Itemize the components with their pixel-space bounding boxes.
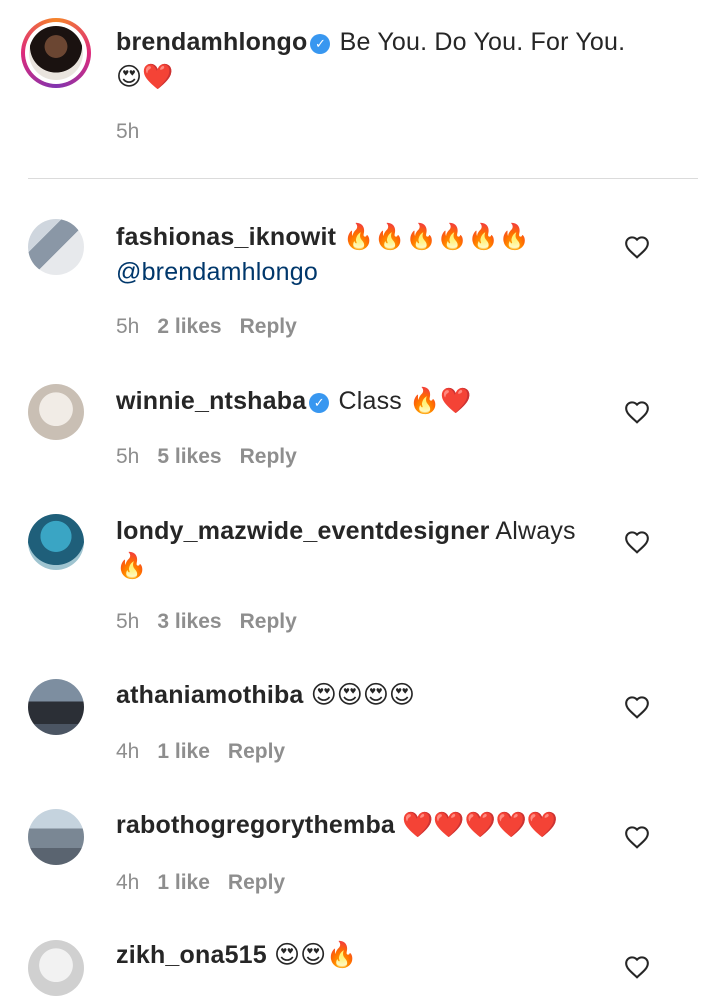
comment-emoji: 🔥 <box>116 552 148 580</box>
mention-link[interactable]: @brendamhlongo <box>116 258 318 286</box>
verified-badge-icon: ✓ <box>309 393 330 413</box>
comment-text-block: fashionas_iknowit 🔥🔥🔥🔥🔥🔥 @brendamhlongo <box>116 220 596 290</box>
comment-username[interactable]: rabothogregorythemba <box>116 811 395 839</box>
heart-outline-icon[interactable] <box>624 695 650 719</box>
reply-button[interactable]: Reply <box>240 445 297 468</box>
comment-likes[interactable]: 3 likes <box>157 610 221 633</box>
caption-text-block: brendamhlongo ✓ Be You. Do You. For You. … <box>116 25 676 95</box>
reply-button[interactable]: Reply <box>228 740 285 763</box>
comment-username[interactable]: fashionas_iknowit <box>116 223 336 251</box>
reply-button[interactable]: Reply <box>240 610 297 633</box>
comment-avatar[interactable] <box>28 514 84 570</box>
comment-meta: 5h 2 likes Reply <box>116 314 315 340</box>
comment-likes[interactable]: 5 likes <box>157 445 221 468</box>
comment-time: 5h <box>116 610 140 633</box>
comment-text-block: londy_mazwide_eventdesigner Always 🔥 <box>116 514 606 584</box>
heart-outline-icon[interactable] <box>624 955 650 979</box>
caption-time: 5h <box>116 120 140 143</box>
comment-emoji: 😍😍😍😍 <box>310 681 415 709</box>
caption-text: Be You. Do You. For You. <box>339 28 626 56</box>
comment-meta: 5h 5 likes Reply <box>116 444 315 470</box>
comment-emoji: ❤️❤️❤️❤️❤️ <box>402 811 558 839</box>
heart-outline-icon[interactable] <box>624 530 650 554</box>
comment-meta: 5h 3 likes Reply <box>116 609 315 635</box>
verified-badge-icon: ✓ <box>310 34 331 54</box>
comment-text-block: zikh_ona515 😍😍🔥 <box>116 938 596 973</box>
heart-outline-icon[interactable] <box>624 825 650 849</box>
comment-likes[interactable]: 1 like <box>157 871 210 894</box>
comment-username[interactable]: athaniamothiba <box>116 681 304 709</box>
divider <box>28 178 698 179</box>
caption: brendamhlongo ✓ Be You. Do You. For You. … <box>0 0 720 180</box>
comment-username[interactable]: londy_mazwide_eventdesigner <box>116 517 490 545</box>
comment-meta: 4h 1 like Reply <box>116 739 303 765</box>
comment-time: 5h <box>116 315 140 338</box>
comment-emoji: 🔥🔥🔥🔥🔥🔥 <box>343 223 531 251</box>
caption-username[interactable]: brendamhlongo <box>116 28 307 56</box>
caption-avatar[interactable] <box>21 18 91 88</box>
heart-outline-icon[interactable] <box>624 400 650 424</box>
comment-avatar[interactable] <box>28 809 84 865</box>
reply-button[interactable]: Reply <box>240 315 297 338</box>
caption-emoji: 😍❤️ <box>116 63 174 91</box>
comment-text-block: winnie_ntshaba ✓ Class 🔥❤️ <box>116 384 596 419</box>
comment-text-block: rabothogregorythemba ❤️❤️❤️❤️❤️ <box>116 808 596 843</box>
comment-username[interactable]: zikh_ona515 <box>116 941 267 969</box>
comment-avatar[interactable] <box>28 679 84 735</box>
comment-time: 5h <box>116 445 140 468</box>
comment-likes[interactable]: 1 like <box>157 740 210 763</box>
reply-button[interactable]: Reply <box>228 871 285 894</box>
comment-likes[interactable]: 2 likes <box>157 315 221 338</box>
caption-meta: 5h <box>116 119 157 145</box>
comment-meta: 4h 1 like Reply <box>116 870 303 896</box>
comment-text: Always <box>495 517 576 545</box>
heart-outline-icon[interactable] <box>624 235 650 259</box>
comment-avatar[interactable] <box>28 384 84 440</box>
comment-emoji: 😍😍🔥 <box>274 941 358 969</box>
comment-username[interactable]: winnie_ntshaba <box>116 387 306 415</box>
comment-avatar[interactable] <box>28 219 84 275</box>
comment-text-block: athaniamothiba 😍😍😍😍 <box>116 678 596 713</box>
comment-time: 4h <box>116 740 140 763</box>
comment-avatar[interactable] <box>28 940 84 996</box>
comment-emoji: 🔥❤️ <box>409 387 472 415</box>
comment-time: 4h <box>116 871 140 894</box>
avatar-photo <box>29 26 83 80</box>
comment-text: Class <box>338 387 403 415</box>
